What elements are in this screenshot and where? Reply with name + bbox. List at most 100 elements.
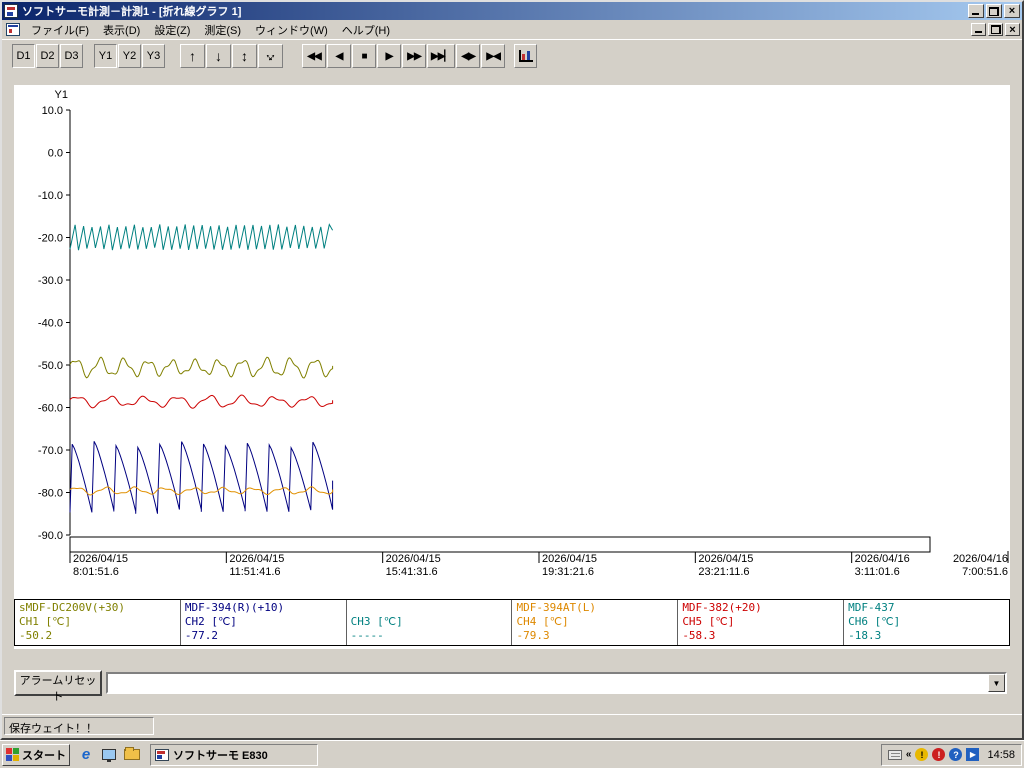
channel-name: CH4 [℃]: [516, 615, 569, 628]
channel-label: MDF-382(+20): [682, 601, 762, 614]
keyboard-tray-icon[interactable]: [887, 749, 902, 760]
mdi-minimize-button[interactable]: [971, 23, 986, 36]
menu-file[interactable]: ファイル(F): [24, 20, 96, 40]
channel-cell-ch2: MDF-394(R)(+10) CH2 [℃] -77.2: [181, 600, 347, 645]
auto-scale-button[interactable]: ↔ ↔: [258, 44, 283, 68]
svg-text:2026/04/16: 2026/04/16: [855, 553, 910, 565]
combo-dropdown-button[interactable]: ▼: [988, 674, 1005, 692]
channel-label: [351, 601, 508, 615]
restore-button[interactable]: [986, 4, 1002, 18]
info-tray-icon[interactable]: ?: [949, 748, 963, 761]
svg-text:23:21:11.6: 23:21:11.6: [698, 566, 749, 578]
menu-view[interactable]: 表示(D): [96, 20, 147, 40]
start-label: スタート: [22, 749, 66, 762]
task-label: ソフトサーモ E830: [173, 749, 268, 762]
close-icon: ×: [1009, 23, 1016, 36]
alarm-combobox[interactable]: ▼: [106, 672, 1007, 694]
channel-cell-ch1: sMDF-DC200V(+30) CH1 [℃] -50.2: [15, 600, 181, 645]
menu-window[interactable]: ウィンドウ(W): [248, 20, 335, 40]
channel-label: MDF-394AT(L): [516, 601, 596, 614]
start-button[interactable]: スタート: [2, 743, 70, 766]
chevron-down-icon: ▼: [992, 678, 1001, 688]
mdi-restore-button[interactable]: [988, 23, 1003, 36]
nav-fast-forward-button[interactable]: ▶▶: [402, 44, 426, 68]
security-alert-icon[interactable]: !: [932, 748, 946, 761]
scroll-up-button[interactable]: ↑: [180, 44, 205, 68]
channel-name: CH3 [℃]: [350, 615, 403, 628]
nav-expand-button[interactable]: ◀▶: [456, 44, 481, 68]
svg-text:2026/04/15: 2026/04/15: [698, 553, 753, 565]
nav-step-forward-button[interactable]: ▶: [377, 44, 401, 68]
internet-explorer-icon[interactable]: e: [77, 746, 95, 764]
svg-text:2026/04/15: 2026/04/15: [73, 553, 128, 565]
chart-panel: Y1 10.0 0.0 -10.0 -20.0 -30.0 -40.0 -50.0 -60.0 -…: [14, 85, 1010, 649]
svg-text:19:31:21.6: 19:31:21.6: [542, 566, 594, 578]
toolbar-y1-button[interactable]: Y1: [94, 44, 117, 68]
channel-cell-ch5: MDF-382(+20) CH5 [℃] -58.3: [678, 600, 845, 645]
toolbar-d3-button[interactable]: D3: [60, 44, 83, 68]
channel-value: -79.3: [516, 629, 550, 642]
svg-text:2026/04/15: 2026/04/15: [386, 553, 441, 565]
minimize-icon: [975, 31, 982, 33]
channel-name: CH2 [℃]: [184, 615, 237, 628]
channel-value: -18.3: [848, 629, 882, 642]
menu-settings[interactable]: 設定(Z): [147, 20, 197, 40]
combo-value[interactable]: [108, 674, 988, 692]
channel-cell-ch6: MDF-437 CH6 [℃] -18.3: [844, 600, 1009, 645]
minimize-icon: [972, 13, 979, 15]
mdi-window-controls: ×: [969, 23, 1020, 36]
channel-label: MDF-437: [848, 601, 895, 614]
toolbar-y2-button[interactable]: Y2: [118, 44, 141, 68]
language-bar-icon[interactable]: ▶: [966, 748, 980, 761]
nav-to-end-button[interactable]: ▶▶▏: [427, 44, 456, 68]
svg-text:-10.0: -10.0: [38, 190, 63, 202]
alarm-reset-button[interactable]: アラームリセット: [14, 670, 102, 703]
windows-logo-icon: [6, 748, 19, 761]
channel-name: CH6 [℃]: [848, 615, 901, 628]
diagonal-arrows-icon: ↔ ↔: [260, 46, 281, 65]
nav-compress-button[interactable]: ▶◀: [481, 44, 506, 68]
graph-display-button[interactable]: [514, 44, 538, 68]
minimize-button[interactable]: [968, 4, 984, 18]
close-button[interactable]: ×: [1004, 4, 1020, 18]
scroll-down-button[interactable]: ↓: [206, 44, 231, 68]
toolbar-d1-button[interactable]: D1: [12, 44, 35, 68]
status-text: 保存ウェイト！！: [9, 723, 97, 735]
mdi-close-button[interactable]: ×: [1005, 23, 1020, 36]
nav-step-back-button[interactable]: ◀: [327, 44, 351, 68]
channel-value: -50.2: [19, 629, 53, 642]
scale-vertical-button[interactable]: ↕: [232, 44, 257, 68]
svg-text:-70.0: -70.0: [38, 445, 63, 457]
nav-stop-button[interactable]: ■: [352, 44, 376, 68]
app-task-icon: [155, 748, 169, 761]
channel-cell-ch4: MDF-394AT(L) CH4 [℃] -79.3: [512, 600, 679, 645]
child-window-icon[interactable]: [6, 23, 20, 36]
toolbar-d2-button[interactable]: D2: [36, 44, 59, 68]
window-title: ソフトサーモ計測－計測1 - [折れ線グラフ 1]: [22, 6, 242, 18]
svg-text:-50.0: -50.0: [38, 360, 63, 372]
channel-name: CH5 [℃]: [682, 615, 735, 628]
taskbar-task-button[interactable]: ソフトサーモ E830: [150, 743, 318, 766]
tray-chevron-icon[interactable]: «: [906, 749, 912, 760]
channel-value: -58.3: [682, 629, 716, 642]
svg-text:-30.0: -30.0: [38, 275, 63, 287]
svg-text:2026/04/15: 2026/04/15: [229, 553, 284, 565]
show-desktop-icon[interactable]: [100, 746, 118, 764]
nav-rewind-button[interactable]: ◀◀: [302, 44, 326, 68]
svg-text:0.0: 0.0: [48, 148, 63, 160]
channel-label: sMDF-DC200V(+30): [19, 601, 125, 614]
toolbar-y3-button[interactable]: Y3: [142, 44, 165, 68]
svg-text:7:00:51.6: 7:00:51.6: [962, 566, 1008, 578]
channel-value: -77.2: [184, 629, 218, 642]
svg-text:3:11:01.6: 3:11:01.6: [855, 566, 900, 578]
menu-measure[interactable]: 測定(S): [197, 20, 248, 40]
svg-text:-20.0: -20.0: [38, 233, 63, 245]
system-tray: « ! ! ? ▶ 14:58: [880, 743, 1022, 766]
svg-text:15:41:31.6: 15:41:31.6: [386, 566, 438, 578]
update-alert-icon[interactable]: !: [915, 748, 929, 761]
channel-label: MDF-394(R)(+10): [184, 601, 285, 614]
status-panel: 保存ウェイト！！: [4, 717, 154, 735]
folder-icon[interactable]: [123, 746, 141, 764]
menu-help[interactable]: ヘルプ(H): [335, 20, 397, 40]
svg-text:8:01:51.6: 8:01:51.6: [73, 566, 119, 578]
